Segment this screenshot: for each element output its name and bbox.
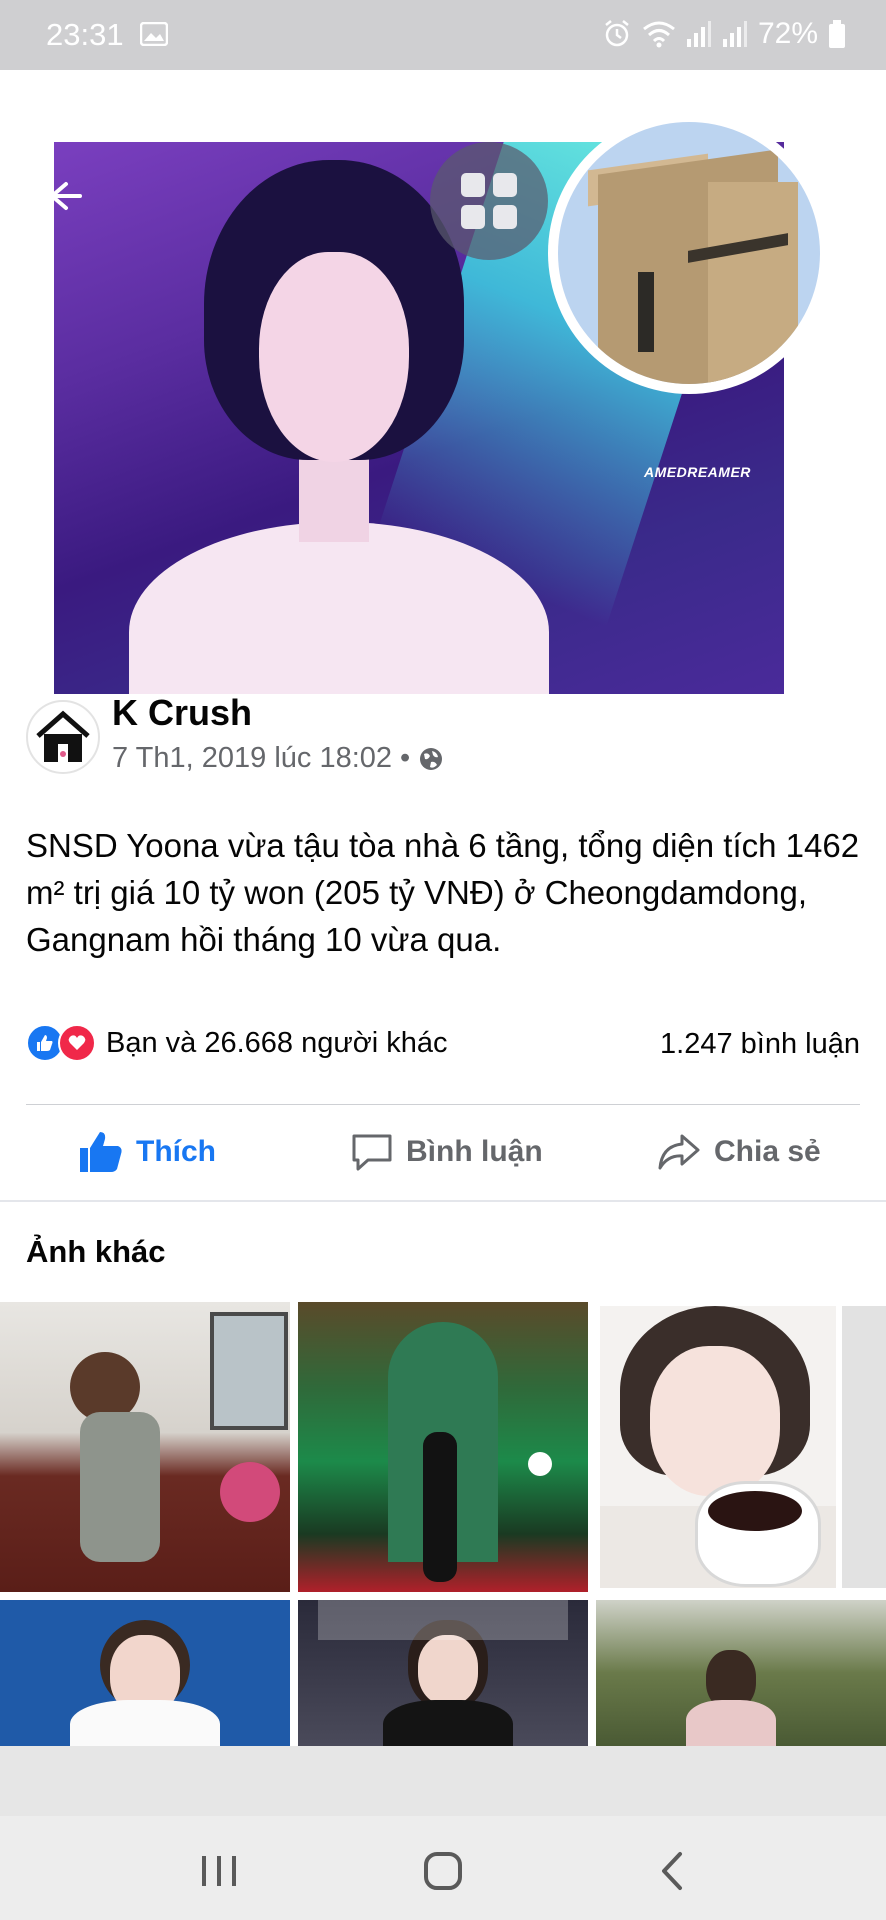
back-icon[interactable] — [648, 1846, 698, 1896]
share-label: Chia sẻ — [714, 1135, 821, 1168]
post-text: SNSD Yoona vừa tậu tòa nhà 6 tầng, tổng … — [26, 827, 860, 958]
battery-percent: 72% — [757, 17, 818, 50]
post-timestamp[interactable]: 7 Th1, 2019 lúc 18:02 — [112, 742, 392, 775]
photo-thumbnail[interactable] — [0, 1600, 290, 1746]
comment-icon — [352, 1134, 392, 1171]
grid-icon[interactable] — [430, 142, 548, 260]
share-button[interactable]: Chia sẻ — [656, 1130, 821, 1174]
photo-thumbnail[interactable] — [298, 1302, 588, 1592]
content-footer — [0, 1746, 886, 1816]
wifi-icon — [643, 21, 675, 48]
back-arrow-icon[interactable] — [44, 176, 84, 216]
like-button[interactable]: Thích — [78, 1130, 216, 1174]
photo-thumbnail[interactable] — [0, 1302, 290, 1592]
comment-button[interactable]: Bình luận — [350, 1130, 543, 1174]
love-reaction-icon — [58, 1024, 96, 1062]
share-icon — [658, 1134, 700, 1170]
thumbs-up-icon — [80, 1132, 122, 1172]
more-photos-title: Ảnh khác — [26, 1234, 166, 1269]
photo-watermark: AMEDREAMER — [644, 464, 751, 480]
status-bar: 23:31 72% — [0, 0, 886, 70]
alarm-icon — [605, 20, 629, 47]
photo-thumbnail[interactable] — [600, 1306, 836, 1588]
section-separator — [0, 1200, 886, 1202]
comments-count[interactable]: 1.247 bình luận — [660, 1028, 860, 1061]
system-nav-bar — [0, 1816, 886, 1920]
page-avatar[interactable] — [26, 700, 100, 774]
profile-photo[interactable] — [548, 112, 830, 394]
photo-thumbnail[interactable] — [298, 1600, 588, 1746]
status-time: 23:31 — [46, 17, 124, 52]
like-label: Thích — [136, 1135, 216, 1168]
page-name[interactable]: K Crush — [112, 692, 252, 734]
photo-thumbnail[interactable] — [596, 1600, 886, 1746]
status-icons: 72% — [602, 17, 846, 51]
post-meta: 7 Th1, 2019 lúc 18:02 • — [112, 742, 444, 775]
gallery-icon — [140, 22, 168, 46]
globe-icon — [420, 747, 443, 770]
battery-icon — [829, 20, 845, 48]
reactions-text: Bạn và 26.668 người khác — [106, 1026, 448, 1059]
signal-icon — [686, 21, 711, 47]
house-logo-icon — [36, 710, 90, 762]
meta-separator: • — [400, 742, 411, 774]
photo-area: AMEDREAMER — [0, 70, 886, 694]
divider — [26, 1104, 860, 1105]
recent-apps-icon[interactable] — [194, 1846, 244, 1896]
comment-label: Bình luận — [406, 1135, 543, 1168]
photo-thumbnail[interactable] — [842, 1306, 886, 1588]
home-icon[interactable] — [418, 1846, 468, 1896]
reactions-summary[interactable]: Bạn và 26.668 người khác — [26, 1024, 448, 1062]
signal-icon — [722, 21, 747, 47]
